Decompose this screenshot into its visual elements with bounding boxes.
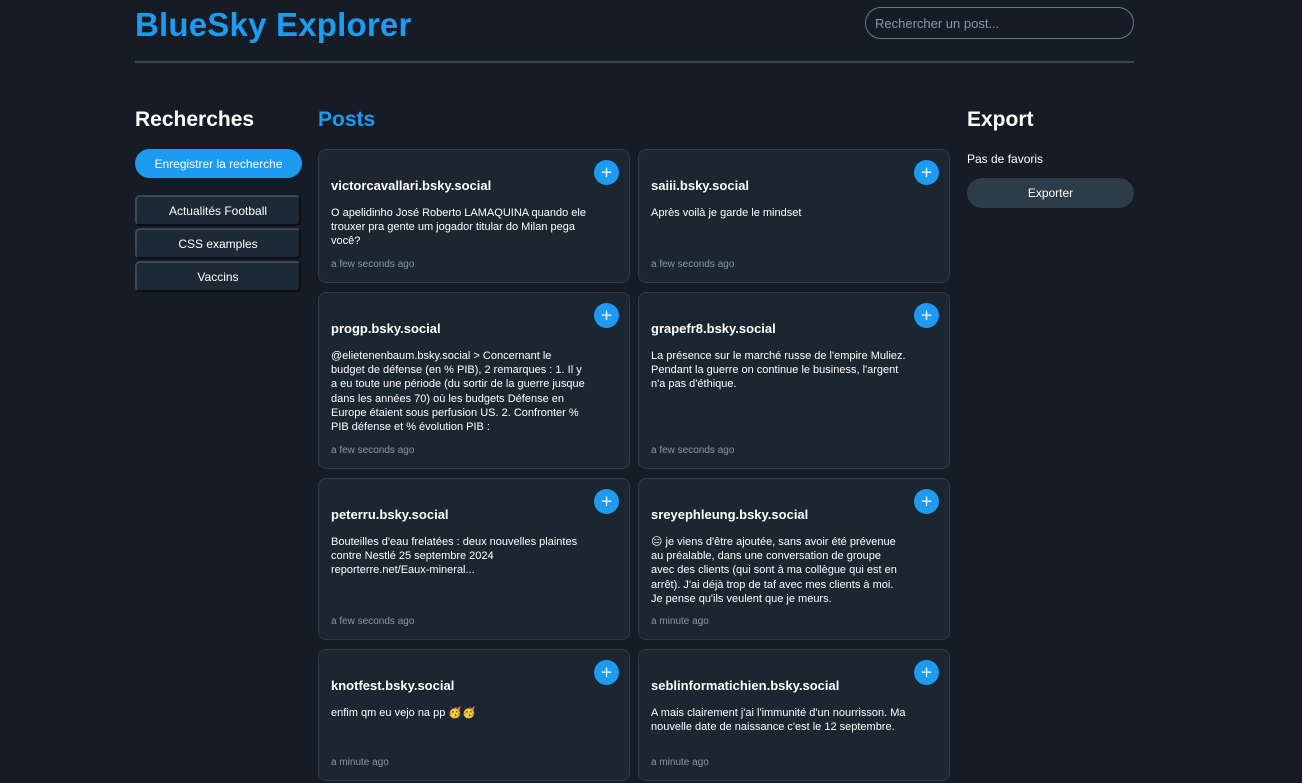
post-author: sreyephleung.bsky.social [651,507,809,522]
post-text: A mais clairement j'ai l'immunité d'un n… [651,707,906,734]
add-favorite-button[interactable]: + [594,160,619,185]
post-card: + sreyephleung.bsky.social 😑 je viens d'… [638,478,950,640]
saved-searches-list: Actualités Football CSS examples Vaccins [135,195,302,294]
post-time: a minute ago [331,757,389,768]
add-favorite-button[interactable]: + [914,160,939,185]
saved-search-item[interactable]: Vaccins [135,261,301,292]
post-card: + peterru.bsky.social Bouteilles d'eau f… [318,478,630,640]
post-card: + grapefr8.bsky.social La présence sur l… [638,292,950,469]
post-time: a few seconds ago [651,259,735,270]
post-text: @elietenenbaum.bsky.social > Concernant … [331,350,585,434]
post-time: a few seconds ago [651,445,735,456]
add-favorite-button[interactable]: + [914,489,939,514]
post-author: knotfest.bsky.social [331,678,455,693]
export-heading: Export [967,108,1034,131]
post-author: grapefr8.bsky.social [651,321,776,336]
post-card: + victorcavallari.bsky.social O apelidin… [318,149,630,283]
post-text: La présence sur le marché russe de l'emp… [651,350,906,391]
post-text: O apelidinho José Roberto LAMAQUINA quan… [331,207,586,248]
post-author: saiii.bsky.social [651,178,750,193]
posts-heading: Posts [318,108,376,131]
post-author: victorcavallari.bsky.social [331,178,492,193]
post-author: seblinformatichien.bsky.social [651,678,840,693]
export-button[interactable]: Exporter [967,178,1134,208]
add-favorite-button[interactable]: + [914,660,939,685]
post-time: a few seconds ago [331,445,415,456]
post-time: a minute ago [651,757,709,768]
add-favorite-button[interactable]: + [914,303,939,328]
post-text: 😑 je viens d'être ajoutée, sans avoir ét… [651,536,897,605]
post-card: + seblinformatichien.bsky.social A mais … [638,649,950,781]
save-search-button[interactable]: Enregistrer la recherche [135,149,302,178]
post-time: a few seconds ago [331,259,415,270]
no-favorites-text: Pas de favoris [967,152,1044,166]
page: BlueSky Explorer Recherches Posts Export… [0,0,1302,783]
add-favorite-button[interactable]: + [594,303,619,328]
header-divider [135,61,1134,63]
searches-heading: Recherches [135,108,255,131]
post-author: peterru.bsky.social [331,507,449,522]
saved-search-item[interactable]: CSS examples [135,228,301,259]
post-text: enfim qm eu vejo na pp 🥳🥳 [331,707,476,719]
post-card: + knotfest.bsky.social enfim qm eu vejo … [318,649,630,781]
search-input[interactable] [865,7,1134,39]
add-favorite-button[interactable]: + [594,489,619,514]
app-title: BlueSky Explorer [135,6,412,43]
saved-search-item[interactable]: Actualités Football [135,195,301,226]
post-author: progp.bsky.social [331,321,441,336]
post-time: a minute ago [651,616,709,627]
add-favorite-button[interactable]: + [594,660,619,685]
post-card: + saiii.bsky.social Après voilà je garde… [638,149,950,283]
post-text: Après voilà je garde le mindset [651,207,802,219]
post-card: + progp.bsky.social @elietenenbaum.bsky.… [318,292,630,469]
post-time: a few seconds ago [331,616,415,627]
post-text: Bouteilles d'eau frelatées : deux nouvel… [331,536,578,577]
